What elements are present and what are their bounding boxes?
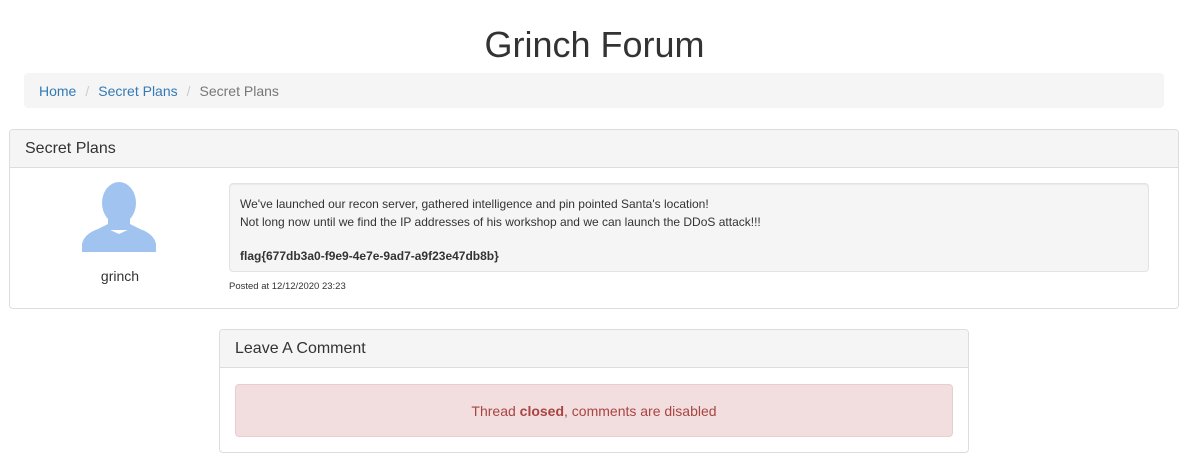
thread-panel: Secret Plans grinch We've launched our r… [9, 129, 1179, 309]
breadcrumb-current: Secret Plans [199, 82, 279, 99]
comment-panel: Leave A Comment Thread closed, comments … [219, 329, 969, 453]
comment-heading: Leave A Comment [220, 330, 968, 368]
alert-prefix: Thread [471, 402, 520, 419]
breadcrumb-secret-plans-link[interactable]: Secret Plans [98, 83, 177, 99]
author-name[interactable]: grinch [10, 268, 230, 284]
post-body: We've launched our recon server, gathere… [229, 183, 1149, 272]
breadcrumb-separator: / [186, 82, 191, 99]
alert-suffix: , comments are disabled [564, 402, 717, 419]
alert-bold: closed [519, 402, 565, 419]
post-timestamp: Posted at 12/12/2020 23:23 [229, 281, 346, 292]
site-title: Grinch Forum [484, 24, 705, 65]
breadcrumb-home-link[interactable]: Home [39, 83, 76, 99]
post-line: We've launched our recon server, gathere… [240, 197, 709, 211]
user-silhouette-icon [82, 182, 156, 252]
post-flag: flag{677db3a0-f9e9-4e7e-9ad7-a9f23e47db8… [240, 249, 499, 263]
thread-title: Secret Plans [10, 130, 1178, 168]
comments-closed-alert: Thread closed, comments are disabled [235, 384, 953, 437]
post-line: Not long now until we find the IP addres… [240, 215, 761, 229]
breadcrumb: Home / Secret Plans / Secret Plans [24, 73, 1164, 108]
breadcrumb-separator: / [85, 82, 90, 99]
